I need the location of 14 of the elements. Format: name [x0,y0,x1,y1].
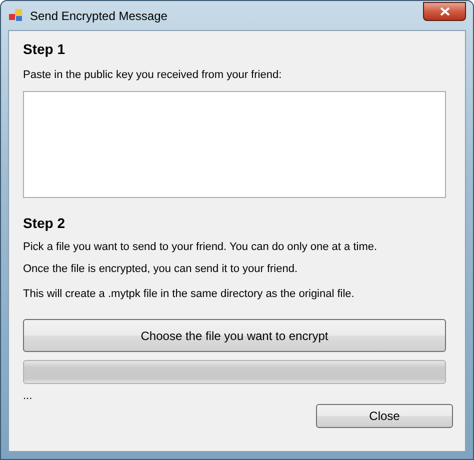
close-dialog-button[interactable]: Close [316,404,453,428]
window-title: Send Encrypted Message [30,8,168,22]
instruction-text: Once the file is encrypted, you can send it to your friend. [23,263,299,275]
step-heading: Step 1 [23,41,66,57]
key-input-field[interactable] [23,91,446,198]
instruction-text: Paste in the public key you received from your friend: [23,69,283,81]
step-heading: Step 2 [23,215,66,231]
status-text: ... [23,390,34,402]
instruction-text: Pick a file you want to send to your friend. You can do only one at a time. [23,241,378,253]
close-icon [440,7,450,16]
choose-file-button[interactable]: Choose the file you want to encrypt [23,319,446,352]
app-icon [9,9,23,22]
close-button[interactable] [423,2,466,21]
instruction-text: This will create a .mytpk file in the same directory as the original file. [23,288,356,300]
